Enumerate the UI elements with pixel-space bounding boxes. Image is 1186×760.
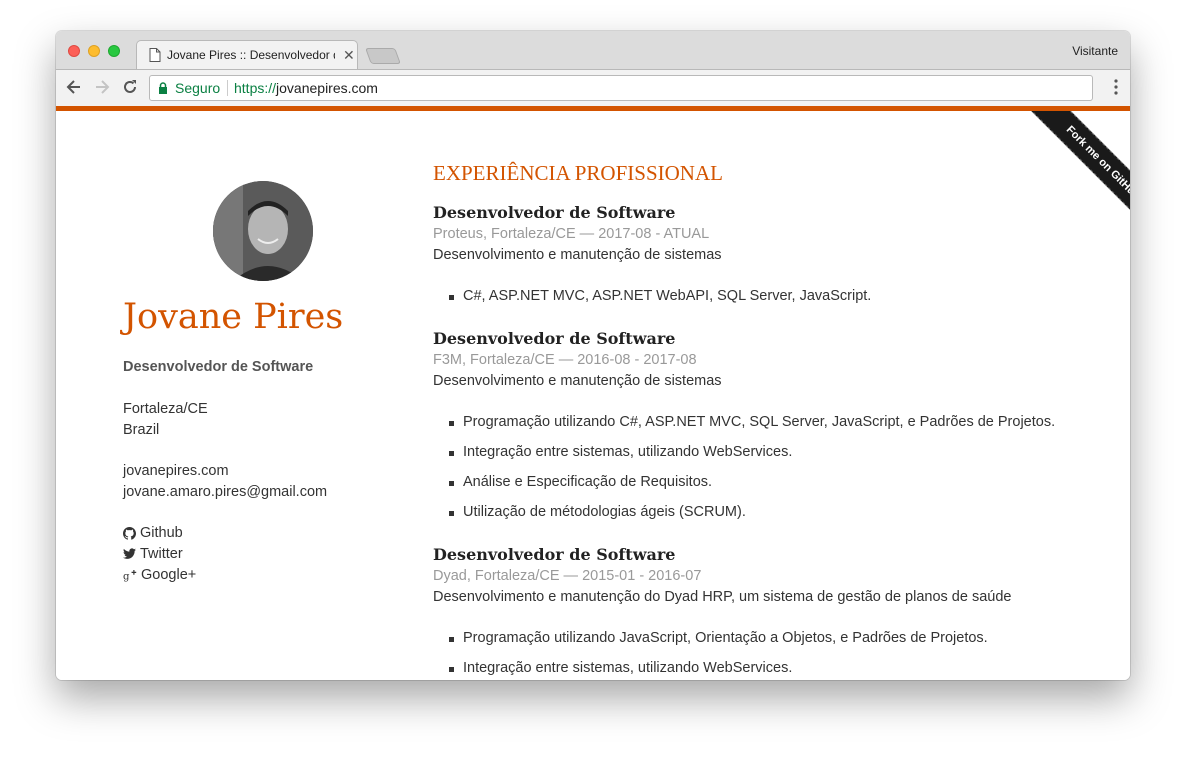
url-text[interactable]: https://jovanepires.com	[234, 80, 378, 96]
twitter-link[interactable]: Twitter	[123, 546, 183, 562]
website-link[interactable]: jovanepires.com	[123, 463, 229, 479]
job-bullet-text: C#, ASP.NET MVC, ASP.NET WebAPI, SQL Ser…	[463, 288, 872, 304]
address-bar[interactable]: Seguro https://jovanepires.com	[149, 75, 1093, 101]
maximize-window-button[interactable]	[108, 45, 120, 57]
job-bullet-text: Integração entre sistemas, utilizando We…	[463, 660, 793, 676]
document-icon	[149, 48, 161, 62]
job-title: Desenvolvedor de Software	[433, 203, 676, 222]
job-meta: F3M, Fortaleza/CE — 2016-08 - 2017-08	[433, 352, 697, 368]
job-description: Desenvolvimento e manutenção do Dyad HRP…	[433, 589, 1012, 605]
github-link[interactable]: Github	[123, 525, 183, 541]
job-bullet: Programação utilizando C#, ASP.NET MVC, …	[449, 414, 1055, 430]
github-icon	[123, 526, 136, 540]
github-ribbon-label[interactable]: Fork me on GitHub	[1011, 111, 1130, 251]
job-title: Desenvolvedor de Software	[433, 545, 676, 564]
reload-icon[interactable]	[120, 77, 140, 97]
tab-title: Jovane Pires :: Desenvolvedor de Softwar…	[167, 48, 335, 62]
profile-photo	[213, 181, 313, 281]
close-window-button[interactable]	[68, 45, 80, 57]
browser-window: Jovane Pires :: Desenvolvedor de Softwar…	[56, 31, 1130, 680]
url-scheme: https://	[234, 80, 277, 96]
section-title-experience: EXPERIÊNCIA PROFISSIONAL	[433, 161, 723, 185]
github-ribbon[interactable]: Fork me on GitHub	[990, 111, 1130, 251]
google-plus-link[interactable]: g Google+	[123, 567, 196, 583]
google-plus-icon: g	[123, 569, 137, 582]
minimize-window-button[interactable]	[88, 45, 100, 57]
job-bullet-text: Programação utilizando C#, ASP.NET MVC, …	[463, 414, 1056, 430]
address-separator	[227, 80, 228, 96]
job-headline: Desenvolvedor de Software	[123, 359, 314, 375]
country: Brazil	[123, 422, 160, 438]
job-bullet: Integração entre sistemas, utilizando We…	[449, 444, 792, 460]
back-arrow-icon[interactable]	[64, 77, 84, 97]
more-menu-icon[interactable]	[1114, 78, 1118, 96]
job-bullet: C#, ASP.NET MVC, ASP.NET WebAPI, SQL Ser…	[449, 288, 871, 304]
job-meta: Proteus, Fortaleza/CE — 2017-08 - ATUAL	[433, 226, 710, 242]
url-host: jovanepires.com	[276, 80, 378, 96]
job-bullet: Programação utilizando JavaScript, Orien…	[449, 630, 988, 646]
google-plus-label: Google+	[141, 567, 197, 583]
profile-name[interactable]: Visitante	[1072, 44, 1118, 58]
tab-active[interactable]: Jovane Pires :: Desenvolvedor de Softwar…	[136, 40, 358, 69]
svg-text:g: g	[123, 571, 130, 582]
job-bullet: Integração entre sistemas, utilizando We…	[449, 660, 792, 676]
job-title: Desenvolvedor de Software	[433, 329, 676, 348]
city: Fortaleza/CE	[123, 401, 208, 417]
email-link[interactable]: jovane.amaro.pires@gmail.com	[123, 484, 327, 500]
github-label: Github	[140, 525, 183, 541]
forward-arrow-icon[interactable]	[92, 77, 112, 97]
job-bullet-text: Integração entre sistemas, utilizando We…	[463, 444, 793, 460]
tab-bar: Jovane Pires :: Desenvolvedor de Softwar…	[56, 31, 1130, 69]
job-bullet-text: Utilização de métodologias ágeis (SCRUM)…	[463, 504, 746, 520]
job-description: Desenvolvimento e manutenção de sistemas	[433, 247, 722, 263]
job-bullet: Utilização de métodologias ágeis (SCRUM)…	[449, 504, 746, 520]
job-description: Desenvolvimento e manutenção de sistemas	[433, 373, 722, 389]
secure-label: Seguro	[175, 80, 221, 96]
avatar	[213, 181, 313, 281]
twitter-label: Twitter	[140, 546, 183, 562]
job-bullet-text: Programação utilizando JavaScript, Orien…	[463, 630, 988, 646]
job-meta: Dyad, Fortaleza/CE — 2015-01 - 2016-07	[433, 568, 702, 584]
twitter-icon	[123, 548, 136, 559]
person-name: Jovane Pires	[123, 297, 344, 337]
close-tab-icon[interactable]: ✕	[343, 47, 355, 63]
lock-icon	[159, 82, 167, 94]
job-bullet: Análise e Especificação de Requisitos.	[449, 474, 712, 490]
new-tab-button[interactable]	[365, 48, 401, 64]
job-bullet-text: Análise e Especificação de Requisitos.	[463, 474, 713, 490]
browser-toolbar: Seguro https://jovanepires.com	[56, 69, 1130, 106]
page-content: Jovane Pires Desenvolvedor de Software F…	[56, 111, 1130, 680]
